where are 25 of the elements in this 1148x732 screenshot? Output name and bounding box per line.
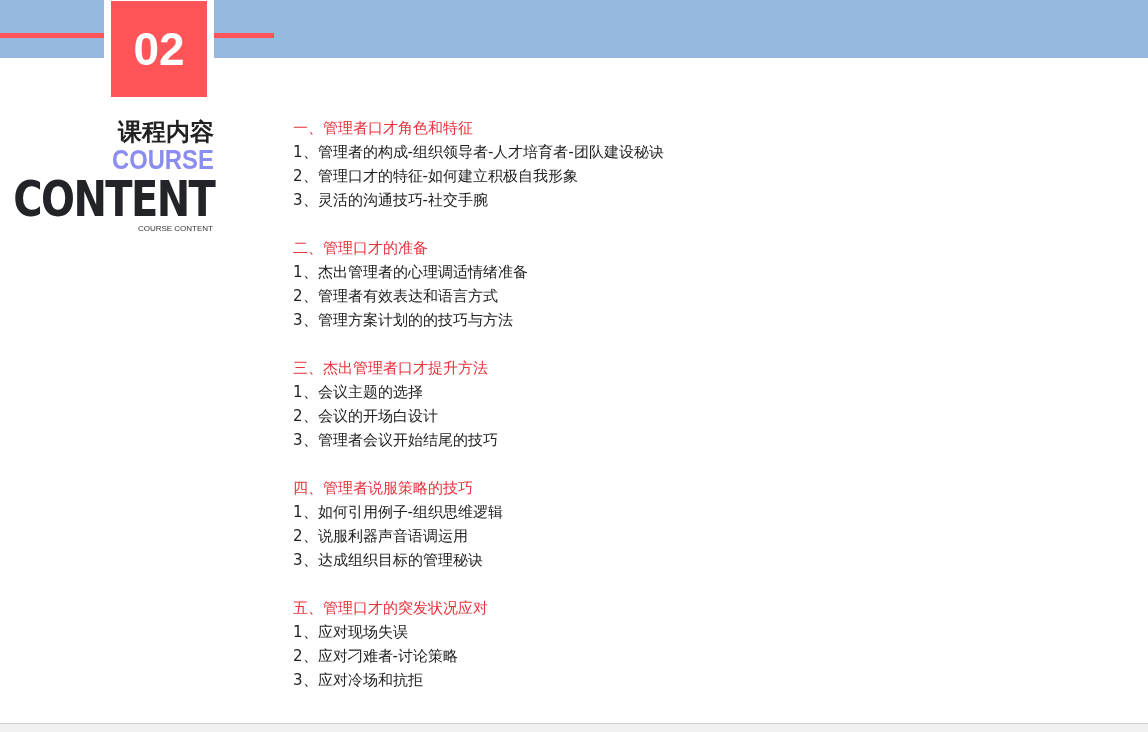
list-item: 1、杰出管理者的心理调适情绪准备	[293, 262, 529, 283]
list-item: 3、达成组织目标的管理秘诀	[293, 550, 484, 571]
section-heading: 一、管理者口才角色和特征	[293, 118, 474, 139]
section-number: 02	[111, 1, 207, 97]
list-item: 3、管理方案计划的的技巧与方法	[293, 310, 514, 331]
subtitle-text: COURSE	[112, 146, 214, 174]
section-heading: 三、杰出管理者口才提升方法	[293, 358, 489, 379]
list-item: 2、管理者有效表达和语言方式	[293, 286, 499, 307]
list-item: 3、灵活的沟通技巧-社交手腕	[293, 190, 489, 211]
list-item: 2、应对刁难者-讨论策略	[293, 646, 459, 667]
list-item: 1、会议主题的选择	[293, 382, 424, 403]
title-text: 课程内容	[118, 118, 214, 146]
big-title-text: CONTENT	[13, 174, 214, 224]
list-item: 1、如何引用例子-组织思维逻辑	[293, 502, 504, 523]
section-heading: 二、管理口才的准备	[293, 238, 429, 259]
list-item: 3、管理者会议开始结尾的技巧	[293, 430, 499, 451]
list-item: 2、说服利器声音语调运用	[293, 526, 469, 547]
list-item: 1、管理者的构成-组织领导者-人才培育者-团队建设秘诀	[293, 142, 664, 163]
list-item: 2、会议的开场白设计	[293, 406, 439, 427]
section-heading: 五、管理口才的突发状况应对	[293, 598, 489, 619]
section-heading: 四、管理者说服策略的技巧	[293, 478, 474, 499]
list-item: 1、应对现场失误	[293, 622, 409, 643]
list-item: 2、管理口才的特征-如何建立积极自我形象	[293, 166, 579, 187]
list-item: 3、应对冷场和抗拒	[293, 670, 424, 691]
caption-text: COURSE CONTENT	[137, 224, 213, 233]
